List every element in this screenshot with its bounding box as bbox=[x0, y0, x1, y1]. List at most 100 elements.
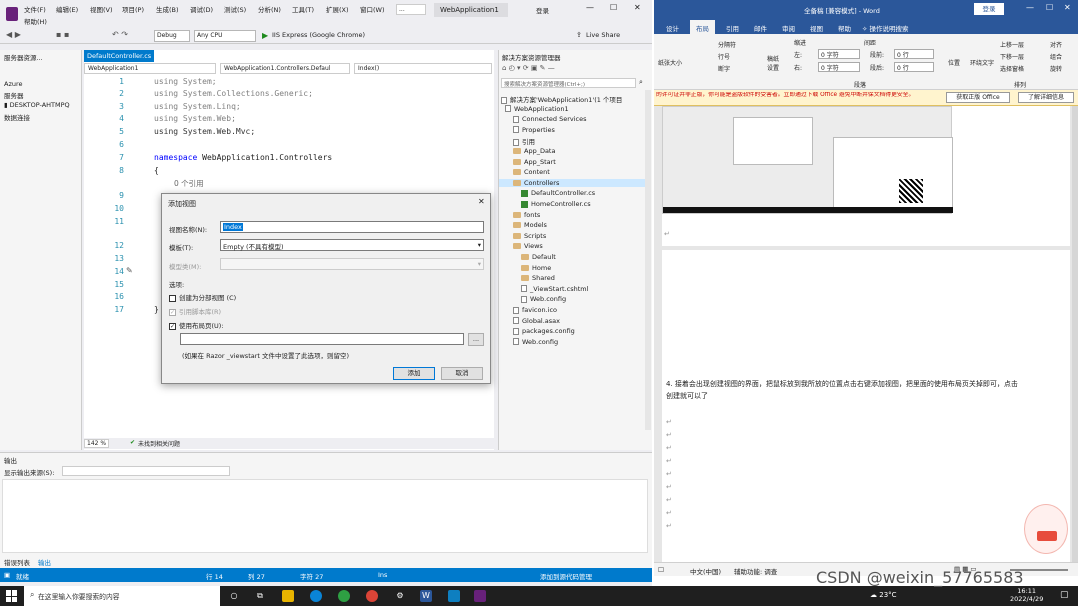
learn-more-button[interactable]: 了解详细信息 bbox=[1018, 92, 1074, 103]
undo-icon[interactable]: ↶ ↷ bbox=[112, 30, 128, 39]
indent-left-input[interactable]: 0 字符 bbox=[818, 49, 860, 59]
solution-item[interactable]: WebApplication1 bbox=[505, 105, 569, 113]
login-link[interactable]: 登录 bbox=[536, 5, 549, 15]
document-page[interactable]: 4. 接着会出现创建视图的界面，把鼠标放到我所放的位置点击右键添加视图，把里面的… bbox=[662, 250, 1070, 562]
chrome-icon[interactable] bbox=[366, 590, 378, 602]
run-icon[interactable]: ▶ bbox=[262, 31, 268, 40]
solution-item[interactable]: HomeController.cs bbox=[521, 200, 591, 208]
nav-member-select[interactable]: Index() bbox=[354, 63, 492, 74]
tree-item[interactable]: 服务器 bbox=[4, 90, 24, 100]
document-paragraph[interactable]: 4. 接着会出现创建视图的界面，把鼠标放到我所放的位置点击右键添加视图，把里面的… bbox=[666, 378, 1022, 402]
menu-debug[interactable]: 调试(D) bbox=[190, 4, 213, 14]
code-line[interactable]: using System; bbox=[154, 77, 217, 86]
word-icon[interactable]: W bbox=[420, 590, 432, 602]
wrap-text-button[interactable]: 环绕文字 bbox=[970, 58, 994, 67]
tab-error-list[interactable]: 错误列表 bbox=[4, 557, 30, 567]
spacing-before-input[interactable]: 0 行 bbox=[894, 49, 934, 59]
code-line[interactable]: } bbox=[154, 305, 159, 314]
solution-item[interactable]: Models bbox=[513, 221, 547, 229]
word-login-button[interactable]: 登录 bbox=[974, 3, 1004, 15]
issues-status[interactable]: 未找到相关问题 bbox=[138, 439, 180, 448]
menu-view[interactable]: 视图(V) bbox=[90, 4, 113, 14]
config-select[interactable]: Debug bbox=[154, 30, 190, 42]
align-button[interactable]: 对齐 bbox=[1050, 40, 1062, 49]
menu-tools[interactable]: 工具(T) bbox=[292, 4, 314, 14]
accessibility-status[interactable]: 辅助功能: 调查 bbox=[734, 566, 777, 576]
view-name-input[interactable]: Index bbox=[220, 221, 484, 233]
reference-count[interactable]: 0 个引用 bbox=[174, 178, 204, 189]
solution-item[interactable]: App_Data bbox=[513, 147, 555, 155]
tab-mailings[interactable]: 邮件 bbox=[754, 23, 767, 33]
tab-output[interactable]: 输出 bbox=[38, 557, 51, 567]
selection-pane-button[interactable]: 选择窗格 bbox=[1000, 64, 1024, 73]
tab-help[interactable]: 帮助 bbox=[838, 23, 851, 33]
output-source-select[interactable] bbox=[62, 466, 230, 476]
solution-item[interactable]: Home bbox=[521, 264, 551, 272]
hyphenation-button[interactable]: 断字 bbox=[718, 64, 730, 73]
source-control-button[interactable]: 添加到源代码管理 bbox=[540, 571, 592, 581]
notification-icon[interactable]: ▢ bbox=[1060, 590, 1069, 600]
solution-item[interactable]: favicon.ico bbox=[513, 306, 557, 314]
solution-item[interactable]: Content bbox=[513, 168, 550, 176]
vertical-scrollbar[interactable] bbox=[1072, 106, 1078, 562]
live-share-button[interactable]: Live Share bbox=[586, 31, 620, 39]
code-line[interactable]: using System.Collections.Generic; bbox=[154, 89, 313, 98]
nav-project-select[interactable]: WebApplication1 bbox=[84, 63, 216, 74]
solution-item[interactable]: App_Start bbox=[513, 158, 556, 166]
output-text-area[interactable] bbox=[2, 479, 648, 553]
layout-checkbox[interactable]: ✓ 使用布局页(U): bbox=[169, 320, 224, 330]
solution-item[interactable]: Web.config bbox=[513, 338, 558, 346]
line-numbers-button[interactable]: 行号 bbox=[718, 52, 730, 61]
visual-studio-icon[interactable] bbox=[474, 590, 486, 602]
menu-build[interactable]: 生成(B) bbox=[156, 4, 179, 14]
cortana-icon[interactable]: ○ bbox=[228, 590, 240, 602]
maximize-button[interactable]: ☐ bbox=[610, 3, 617, 12]
menu-project[interactable]: 项目(P) bbox=[122, 4, 144, 14]
tab-default-controller[interactable]: DefaultController.cs bbox=[84, 50, 154, 62]
position-button[interactable]: 位置 bbox=[948, 58, 960, 67]
menu-file[interactable]: 文件(F) bbox=[24, 4, 46, 14]
windows-start-icon[interactable] bbox=[6, 590, 18, 602]
solution-item[interactable]: Connected Services bbox=[513, 115, 586, 123]
close-button[interactable]: ✕ bbox=[634, 3, 641, 12]
solution-item[interactable]: Scripts bbox=[513, 232, 546, 240]
indent-right-input[interactable]: 0 字符 bbox=[818, 62, 860, 72]
tree-item[interactable]: ▮ DESKTOP-AHTMPQ bbox=[4, 101, 70, 109]
menu-help[interactable]: 帮助(H) bbox=[24, 16, 47, 26]
tab-review[interactable]: 审阅 bbox=[782, 23, 795, 33]
document-page[interactable]: ↵ bbox=[662, 106, 1070, 246]
rotate-button[interactable]: 旋转 bbox=[1050, 64, 1062, 73]
browser-icon[interactable] bbox=[338, 590, 350, 602]
app-icon[interactable] bbox=[448, 590, 460, 602]
system-clock[interactable]: 16:11 2022/4/29 bbox=[1010, 587, 1043, 603]
solution-scrollbar[interactable] bbox=[645, 90, 651, 430]
partial-view-checkbox[interactable]: 创建为分部视图 (C) bbox=[169, 292, 236, 302]
menu-window[interactable]: 窗口(W) bbox=[360, 4, 385, 14]
minimize-button[interactable]: — bbox=[586, 3, 594, 12]
solution-item[interactable]: DefaultController.cs bbox=[521, 189, 595, 197]
menu-edit[interactable]: 编辑(E) bbox=[56, 4, 78, 14]
back-icon[interactable]: ◀ ▶ bbox=[6, 30, 21, 39]
solution-item[interactable]: _ViewStart.cshtml bbox=[521, 285, 588, 293]
tab-references[interactable]: 引用 bbox=[726, 23, 739, 33]
menu-test[interactable]: 测试(S) bbox=[224, 4, 246, 14]
group-button[interactable]: 组合 bbox=[1050, 52, 1062, 61]
layout-path-input[interactable] bbox=[180, 333, 464, 345]
code-line[interactable]: { bbox=[154, 166, 159, 175]
cancel-button[interactable]: 取消 bbox=[441, 367, 483, 380]
tab-design[interactable]: 设计 bbox=[666, 23, 679, 33]
manuscript-button[interactable]: 稿纸设置 bbox=[766, 54, 780, 72]
tab-layout[interactable]: 布局 bbox=[690, 20, 715, 34]
solution-item[interactable]: Web.config bbox=[521, 295, 566, 303]
solution-item[interactable]: 解决方案'WebApplication1'(1 个项目 bbox=[501, 94, 622, 104]
menu-extensions[interactable]: 扩展(X) bbox=[326, 4, 349, 14]
spacing-after-input[interactable]: 0 行 bbox=[894, 62, 934, 72]
solution-item[interactable]: packages.config bbox=[513, 327, 575, 335]
taskbar-search[interactable]: ⌕ 在这里输入你要搜索的内容 bbox=[24, 586, 220, 606]
solution-item[interactable]: Shared bbox=[521, 274, 555, 282]
paper-size-button[interactable]: 纸张大小 bbox=[658, 58, 682, 67]
word-close-button[interactable]: ✕ bbox=[1064, 3, 1071, 12]
tree-item[interactable]: 数据连接 bbox=[4, 112, 30, 122]
solution-item[interactable]: Controllers bbox=[499, 178, 645, 187]
bring-forward-button[interactable]: 上移一层 bbox=[1000, 40, 1024, 49]
